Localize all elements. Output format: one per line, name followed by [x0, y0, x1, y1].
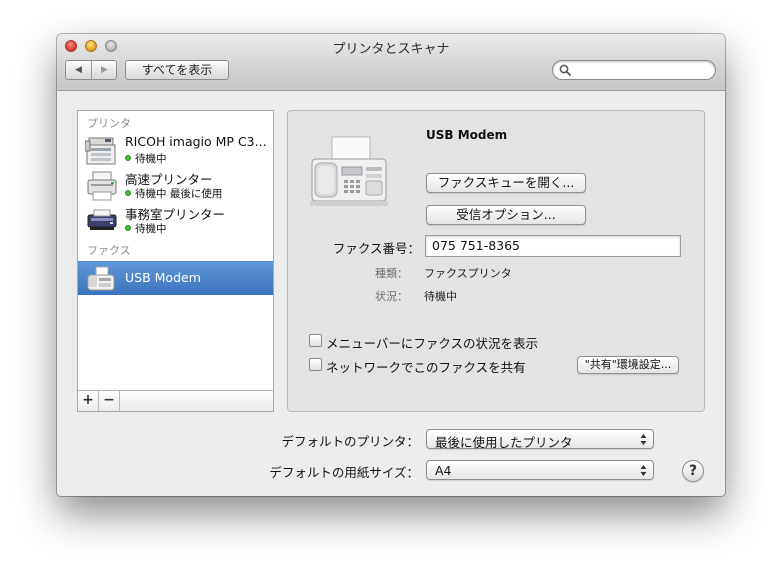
printer-status: 待機中 [125, 221, 167, 236]
open-fax-queue-button[interactable]: ファクスキューを開く... [426, 173, 586, 193]
back-button[interactable]: ◀ [66, 61, 92, 79]
printer-status: 待機中 最後に使用 [125, 186, 222, 201]
status-label: 状況： [375, 290, 408, 303]
default-printer-popup[interactable]: 最後に使用したプリンタ [426, 429, 654, 450]
search-field[interactable] [552, 60, 716, 80]
printer-status-text: 待機中 [135, 223, 167, 235]
device-title: USB Modem [426, 128, 508, 142]
fax-number-label: ファクス番号： [332, 241, 420, 256]
device-detail-panel: USB Modem ファクスキューを開く... 受信オプション... ファクス番… [287, 110, 705, 412]
forward-button[interactable]: ▶ [92, 61, 117, 79]
sidebar-item-usb-modem[interactable]: USB Modem [78, 261, 273, 295]
fax-section-header: ファクス [87, 244, 131, 257]
printer-status-text: 待機中 最後に使用 [135, 188, 223, 200]
kind-label: 種類： [375, 267, 408, 280]
fax-machine-icon [310, 136, 388, 206]
back-forward-control: ◀ ▶ [65, 60, 117, 80]
add-device-button[interactable]: + [78, 391, 99, 411]
printers-scanners-window: プリンタとスキャナ ◀ ▶ すべてを表示 プリンタ RICOH imagio M… [57, 34, 725, 496]
status-dot [125, 190, 131, 196]
status-dot [125, 225, 131, 231]
show-in-menubar-checkbox[interactable] [309, 334, 322, 347]
sidebar-item-office-printer[interactable]: 事務室プリンター 待機中 [78, 204, 273, 238]
printers-section-header: プリンタ [87, 117, 131, 130]
default-paper-size-value: A4 [435, 463, 452, 478]
device-list: プリンタ RICOH imagio MP C3... 待機中 高速プリンター 待… [77, 110, 274, 412]
default-paper-size-popup[interactable]: A4 [426, 460, 654, 480]
fax-name: USB Modem [125, 270, 201, 285]
show-all-button[interactable]: すべてを表示 [125, 60, 229, 80]
default-printer-value: 最後に使用したプリンタ [435, 435, 573, 450]
window-title: プリンタとスキャナ [332, 42, 450, 57]
receive-options-button[interactable]: 受信オプション... [426, 205, 586, 225]
printer-status-text: 待機中 [135, 153, 167, 165]
sidebar-item-ricoh[interactable]: RICOH imagio MP C3... 待機中 [78, 134, 273, 168]
kind-value: ファクスプリンタ [424, 267, 512, 280]
status-dot [125, 155, 131, 161]
search-icon [559, 64, 571, 76]
list-controls: + − [78, 390, 273, 411]
printer-name: RICOH imagio MP C3... [125, 134, 267, 149]
copier-printer-icon [85, 137, 116, 165]
desk-printer-icon [87, 209, 117, 230]
share-fax-label[interactable]: ネットワークでこのファクスを共有 [326, 357, 526, 376]
help-button[interactable]: ? [682, 460, 704, 482]
sharing-preferences-button[interactable]: "共有"環境設定... [577, 356, 679, 374]
title-bar: プリンタとスキャナ ◀ ▶ すべてを表示 [57, 34, 725, 91]
popup-arrows-icon [640, 434, 647, 445]
printer-icon [87, 171, 117, 201]
show-in-menubar-label[interactable]: メニューバーにファクスの状況を表示 [326, 333, 538, 352]
share-fax-checkbox[interactable] [309, 358, 322, 371]
sidebar-item-fast-printer[interactable]: 高速プリンター 待機中 最後に使用 [78, 169, 273, 203]
status-value: 待機中 [424, 290, 457, 303]
default-printer-label: デフォルトのプリンタ： [281, 434, 419, 449]
default-paper-size-label: デフォルトの用紙サイズ： [269, 465, 419, 480]
fax-icon [87, 266, 115, 291]
fax-number-field[interactable]: 075 751-8365 [425, 235, 681, 257]
printer-status: 待機中 [125, 151, 167, 166]
popup-arrows-icon [640, 465, 647, 476]
remove-device-button[interactable]: − [99, 391, 120, 411]
